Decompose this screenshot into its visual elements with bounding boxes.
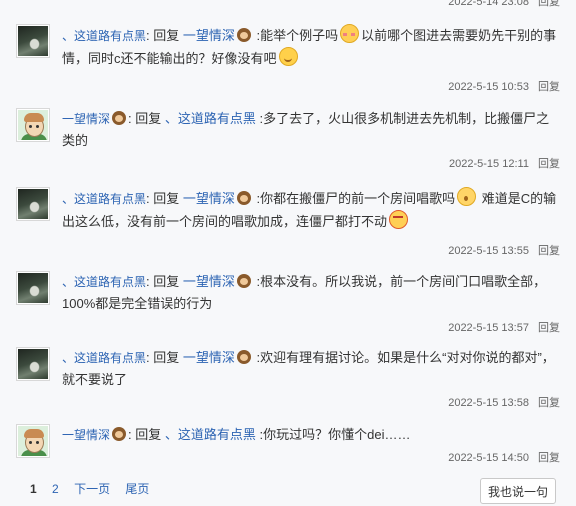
reply-time: 2022-5-15 14:50 <box>448 452 529 464</box>
monkey-icon <box>112 427 127 441</box>
avatar[interactable] <box>16 271 50 305</box>
reply-author[interactable]: 一望情深 <box>62 428 110 442</box>
reply-text: :你都在搬僵尸的前一个房间唱歌吗 <box>256 191 456 206</box>
reply-action: 回复 <box>135 111 162 126</box>
avatar[interactable] <box>16 24 50 58</box>
reply-item: 、这道路有点黑: 回复 一望情深 :欢迎有理有据讨论。如果是什么“对对你说的都对… <box>16 347 560 412</box>
reply-meta: 2022-5-15 10:53 回复 <box>448 78 560 94</box>
reply-meta-top: 2022-5-14 23:08 回复 <box>448 0 560 9</box>
reply-text: :你玩过吗？你懂个dei…… <box>259 427 411 442</box>
reply-target[interactable]: 一望情深 <box>183 28 235 43</box>
reply-target[interactable]: 一望情深 <box>183 274 235 289</box>
reply-time: 2022-5-15 12:11 <box>449 158 529 170</box>
reply-link[interactable]: 回复 <box>538 81 560 93</box>
next-page-link[interactable]: 下一页 <box>74 482 110 496</box>
avatar[interactable] <box>16 108 50 142</box>
reply-item: 、这道路有点黑: 回复 一望情深 :能举个例子吗 以前哪个图进去需要奶先干别的事情… <box>16 24 560 96</box>
reply-action: 回复 <box>135 427 162 442</box>
reply-content: 、这道路有点黑: 回复 一望情深 :根本没有。所以我说，前一个房间门口唱歌全部，… <box>62 274 547 311</box>
angry-face-icon <box>389 210 409 229</box>
reply-target[interactable]: 一望情深 <box>183 350 235 365</box>
monkey-icon <box>236 191 251 205</box>
reply-action: 回复 <box>153 28 180 43</box>
reply-time: 2022-5-15 13:55 <box>448 245 529 257</box>
reply-author[interactable]: 、这道路有点黑 <box>62 29 146 43</box>
reply-text: :能举个例子吗 <box>256 28 339 43</box>
page-current: 1 <box>30 482 37 496</box>
reply-target[interactable]: 、这道路有点黑 <box>165 111 256 126</box>
reply-action: 回复 <box>153 191 180 206</box>
reply-link[interactable]: 回复 <box>538 0 560 8</box>
smile-face-icon <box>278 47 298 66</box>
monkey-icon <box>236 28 251 42</box>
reply-item: 、这道路有点黑: 回复 一望情深 :根本没有。所以我说，前一个房间门口唱歌全部，… <box>16 271 560 336</box>
monkey-icon <box>236 350 251 364</box>
pagination: 1 2 下一页 尾页 <box>30 480 161 497</box>
reply-target[interactable]: 、这道路有点黑 <box>165 427 256 442</box>
reply-author[interactable]: 、这道路有点黑 <box>62 351 146 365</box>
reply-action: 回复 <box>153 274 180 289</box>
blush-face-icon <box>340 24 360 43</box>
reply-time: 2022-5-15 10:53 <box>448 81 529 93</box>
reply-link[interactable]: 回复 <box>538 322 560 334</box>
reply-link[interactable]: 回复 <box>538 245 560 257</box>
reply-time: 2022-5-14 23:08 <box>448 0 529 8</box>
reply-meta: 2022-5-15 13:58 回复 <box>448 394 560 410</box>
post-reply-button[interactable]: 我也说一句 <box>480 478 556 504</box>
reply-item: 、这道路有点黑: 回复 一望情深 :你都在搬僵尸的前一个房间唱歌吗 难道是C的输… <box>16 187 560 257</box>
reply-action: 回复 <box>153 350 180 365</box>
reply-link[interactable]: 回复 <box>538 452 560 464</box>
reply-item: 一望情深: 回复 、这道路有点黑 :你玩过吗？你懂个dei…… 2022-5-1… <box>16 424 560 469</box>
reply-meta: 2022-5-15 13:55 回复 <box>448 242 560 258</box>
avatar[interactable] <box>16 187 50 221</box>
avatar[interactable] <box>16 424 50 458</box>
reply-author[interactable]: 、这道路有点黑 <box>62 275 146 289</box>
reply-item: 一望情深: 回复 、这道路有点黑 :多了去了，火山很多机制进去先机制，比搬僵尸之… <box>16 108 560 171</box>
reply-meta: 2022-5-15 13:57 回复 <box>448 319 560 335</box>
reply-link[interactable]: 回复 <box>538 397 560 409</box>
reply-time: 2022-5-15 13:58 <box>448 397 529 409</box>
reply-target[interactable]: 一望情深 <box>183 191 235 206</box>
reply-meta: 2022-5-15 14:50 回复 <box>448 449 560 465</box>
shocked-face-icon <box>457 187 477 206</box>
reply-content: 、这道路有点黑: 回复 一望情深 :能举个例子吗 以前哪个图进去需要奶先干别的事情… <box>62 24 558 70</box>
reply-time: 2022-5-15 13:57 <box>448 322 529 334</box>
avatar[interactable] <box>16 347 50 381</box>
reply-content: 、这道路有点黑: 回复 一望情深 :你都在搬僵尸的前一个房间唱歌吗 难道是C的输… <box>62 187 558 233</box>
monkey-icon <box>236 274 251 288</box>
reply-link[interactable]: 回复 <box>538 158 560 170</box>
monkey-icon <box>112 111 127 125</box>
reply-author[interactable]: 一望情深 <box>62 112 110 126</box>
reply-content: 一望情深: 回复 、这道路有点黑 :多了去了，火山很多机制进去先机制，比搬僵尸之… <box>62 111 550 148</box>
reply-content: 一望情深: 回复 、这道路有点黑 :你玩过吗？你懂个dei…… <box>62 427 411 442</box>
reply-content: 、这道路有点黑: 回复 一望情深 :欢迎有理有据讨论。如果是什么“对对你说的都对… <box>62 350 555 387</box>
page-link-2[interactable]: 2 <box>52 482 59 496</box>
reply-author[interactable]: 、这道路有点黑 <box>62 192 146 206</box>
last-page-link[interactable]: 尾页 <box>125 482 149 496</box>
reply-meta: 2022-5-15 12:11 回复 <box>449 155 560 171</box>
